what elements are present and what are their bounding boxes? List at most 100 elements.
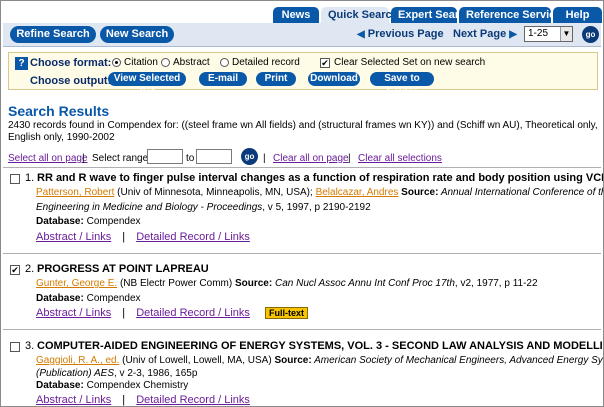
database-value: Compendex: [83, 216, 141, 227]
author-link[interactable]: Gaggioli, R. A., ed.: [36, 355, 119, 366]
record-title: RR and R wave to finger pulse interval c…: [37, 172, 604, 184]
range-to-input[interactable]: [196, 149, 232, 164]
record-links: Abstract / Links | Detailed Record / Lin…: [36, 307, 308, 319]
author-affiliation: (Univ of Minnesota, Minneapolis, MN, USA…: [114, 187, 316, 198]
record-database-line: Database: Compendex: [36, 216, 141, 227]
divider: |: [122, 231, 126, 243]
abstract-links-link[interactable]: Abstract / Links: [36, 307, 111, 319]
tab-quick-search[interactable]: Quick Search: [321, 7, 398, 23]
choose-output-label: Choose output:: [30, 75, 112, 87]
radio-icon: [220, 58, 229, 67]
clear-set-checkbox[interactable]: ✔ Clear Selected Set on new search: [320, 57, 485, 68]
divider: |: [122, 307, 126, 319]
author-link[interactable]: Patterson, Robert: [36, 187, 114, 198]
divider: |: [263, 153, 266, 164]
record-number: 3.: [25, 340, 35, 352]
email-button[interactable]: E-mail: [199, 72, 247, 86]
source-title: American Society of Mechanical Engineers…: [314, 355, 603, 366]
selection-controls: Select all on page | Select range: to go…: [8, 148, 598, 167]
divider-line: [3, 329, 601, 330]
source-title: Can Nucl Assoc Annu Int Conf Proc 17th: [272, 278, 455, 289]
record-number: 1.: [25, 172, 35, 184]
record-links: Abstract / Links | Detailed Record / Lin…: [36, 394, 250, 406]
record-number: 2.: [25, 263, 35, 275]
tab-help[interactable]: Help: [553, 7, 602, 23]
result-record: ✔ 2. PROGRESS AT POINT LAPREAU Gunter, G…: [8, 263, 598, 323]
source-title-cont: Engineering in Medicine and Biology - Pr…: [36, 202, 263, 213]
output-options-box: ? Choose format: Citation Abstract Detai…: [8, 52, 598, 98]
clear-set-label: Clear Selected Set on new search: [334, 57, 486, 68]
format-detailed-radio[interactable]: Detailed record: [220, 57, 300, 68]
record-checkbox[interactable]: [10, 342, 20, 352]
new-search-button[interactable]: New Search: [100, 26, 174, 43]
top-tabs: News Quick Search Expert Search Referenc…: [273, 7, 602, 23]
database-label: Database:: [36, 216, 84, 227]
record-database-line: Database: Compendex: [36, 293, 141, 304]
record-citation-line1: Gaggioli, R. A., ed. (Univ of Lowell, Lo…: [36, 355, 603, 366]
save-to-folder-button[interactable]: Save to Folder: [370, 72, 434, 98]
record-title: COMPUTER-AIDED ENGINEERING OF ENERGY SYS…: [37, 340, 604, 352]
right-arrow-icon: ▶: [509, 29, 517, 40]
select-range-label: Select range:: [92, 153, 151, 164]
detailed-record-link[interactable]: Detailed Record / Links: [136, 394, 250, 406]
app-frame: News Quick Search Expert Search Referenc…: [0, 0, 604, 407]
clear-page-link[interactable]: Clear all on page: [273, 153, 349, 164]
left-arrow-icon: ◀: [357, 29, 365, 40]
view-selected-set-button[interactable]: View Selected Set: [108, 72, 186, 98]
detailed-record-link[interactable]: Detailed Record / Links: [136, 231, 250, 243]
refine-search-button[interactable]: Refine Search: [10, 26, 96, 43]
divider: |: [82, 153, 85, 164]
download-button[interactable]: Download: [308, 72, 360, 86]
search-results-title: Search Results: [8, 103, 110, 119]
tab-reference-services[interactable]: Reference Services: [459, 7, 568, 23]
source-details: , v 2-3, 1986, 165p: [114, 368, 198, 379]
database-value: Compendex Chemistry: [83, 380, 189, 391]
record-citation-line1: Gunter, George E. (NB Electr Power Comm)…: [36, 278, 538, 289]
abstract-links-link[interactable]: Abstract / Links: [36, 231, 111, 243]
record-checkbox[interactable]: [10, 174, 20, 184]
page-range-select[interactable]: 1-25 ▼: [524, 26, 573, 42]
divider: |: [348, 153, 351, 164]
record-citation-line1: Patterson, Robert (Univ of Minnesota, Mi…: [36, 187, 603, 198]
format-abstract-radio[interactable]: Abstract: [161, 57, 210, 68]
database-value: Compendex: [83, 293, 141, 304]
result-record: 3. COMPUTER-AIDED ENGINEERING OF ENERGY …: [8, 340, 603, 406]
full-text-button[interactable]: Full-text: [264, 307, 308, 319]
author-affiliation: (Univ of Lowell, Lowell, MA, USA): [119, 355, 275, 366]
source-title: Annual International Conference of the I…: [440, 187, 603, 198]
radio-selected-icon: [112, 58, 121, 67]
range-from-input[interactable]: [147, 149, 183, 164]
tab-expert-search[interactable]: Expert Search: [391, 7, 472, 23]
records-summary: 2430 records found in Compendex for: ((s…: [8, 120, 598, 143]
detailed-record-link[interactable]: Detailed Record / Links: [136, 307, 250, 319]
record-database-line: Database: Compendex Chemistry: [36, 380, 188, 391]
source-label: Source:: [234, 278, 273, 289]
radio-icon: [161, 58, 170, 67]
result-record: 1. RR and R wave to finger pulse interva…: [8, 172, 603, 247]
abstract-links-link[interactable]: Abstract / Links: [36, 394, 111, 406]
divider-line: [3, 167, 601, 168]
print-button[interactable]: Print: [256, 72, 296, 86]
range-to-label: to: [186, 153, 195, 164]
tab-news[interactable]: News: [273, 7, 319, 23]
page-go-button[interactable]: go: [582, 26, 599, 43]
toolbar: Refine Search New Search ◀ Previous Page…: [3, 23, 601, 47]
database-label: Database:: [36, 293, 84, 304]
record-links: Abstract / Links | Detailed Record / Lin…: [36, 231, 250, 243]
source-label: Source:: [274, 355, 312, 366]
author-link[interactable]: Gunter, George E.: [36, 278, 117, 289]
author-link[interactable]: Belalcazar, Andres: [316, 187, 399, 198]
source-label: Source:: [401, 187, 439, 198]
help-icon[interactable]: ?: [15, 57, 28, 70]
divider: |: [122, 394, 126, 406]
source-details: , v 5, 1997, p 2190-2192: [262, 202, 371, 213]
next-page-link[interactable]: Next Page ▶: [453, 28, 517, 40]
range-go-button[interactable]: go: [241, 148, 258, 165]
previous-page-link[interactable]: ◀ Previous Page: [357, 28, 444, 40]
format-citation-radio[interactable]: Citation: [112, 57, 158, 68]
record-citation-line2: Engineering in Medicine and Biology - Pr…: [36, 202, 371, 213]
select-all-link[interactable]: Select all on page: [8, 153, 88, 164]
clear-selections-link[interactable]: Clear all selections: [358, 153, 442, 164]
record-checkbox-checked[interactable]: ✔: [10, 265, 20, 275]
source-details: , v2, 1977, p 11-22: [454, 278, 538, 289]
